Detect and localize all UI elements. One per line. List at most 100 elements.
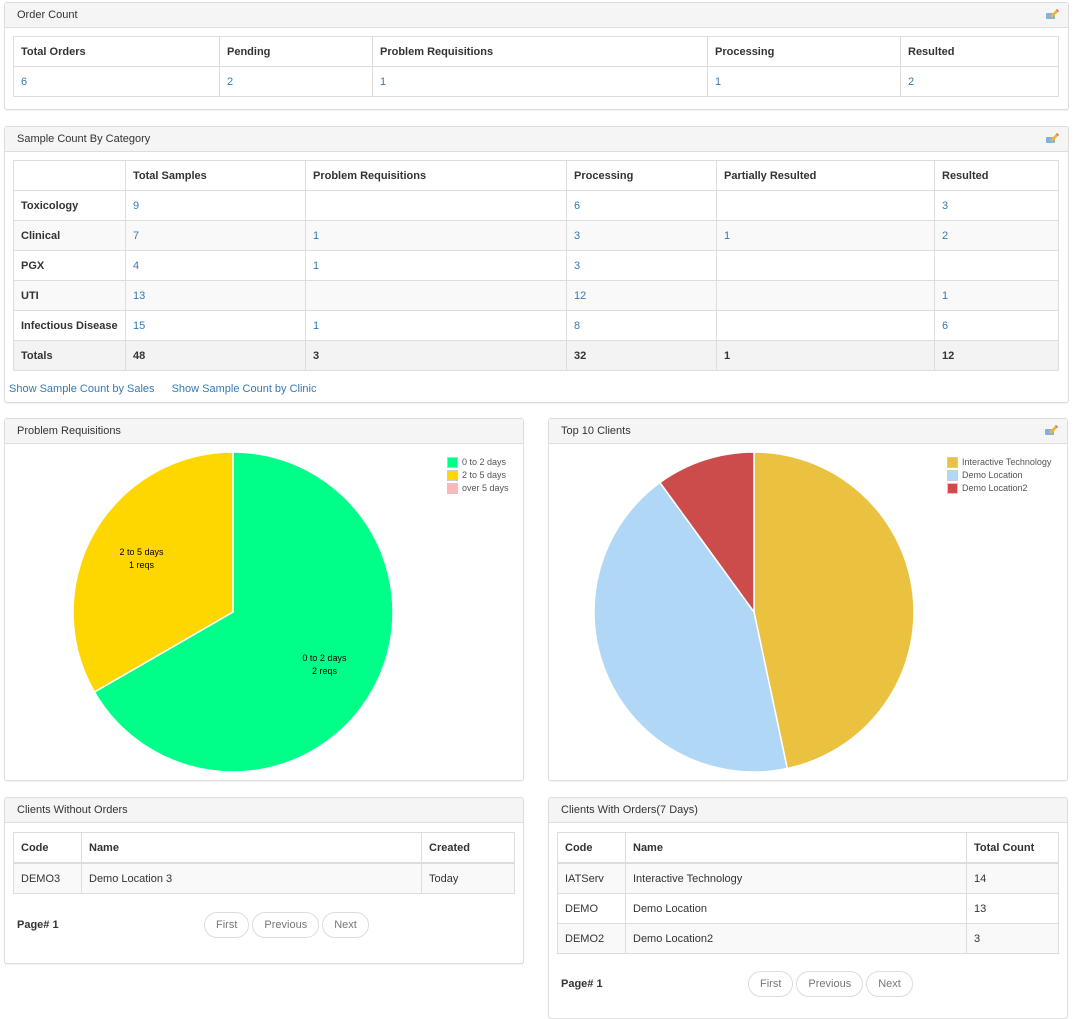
panel-heading: Clients With Orders(7 Days) [549,798,1067,823]
sample-count-cell[interactable]: 12 [566,280,717,311]
sample-count-panel: Sample Count By Category Total Samples P… [4,126,1069,403]
legend-label: Demo Location2 [962,483,1028,493]
resulted-link[interactable]: 2 [900,66,1059,97]
pencil-edit-icon[interactable] [1045,8,1059,20]
sample-count-cell [934,250,1059,281]
column-header: Processing [566,160,717,191]
panel-title: Top 10 Clients [561,425,631,437]
client-code: IATServ [557,862,626,894]
page-number: Page# 1 [561,978,603,990]
column-header: Partially Resulted [716,160,935,191]
table-row: Clinical 7 1 3 1 2 [13,220,1059,251]
total-value: 1 [716,340,935,371]
legend-item: Demo Location [947,469,1051,482]
show-sample-count-by-sales-link[interactable]: Show Sample Count by Sales [9,383,155,395]
column-header: Total Count [966,832,1059,864]
next-page-button[interactable]: Next [866,971,913,997]
legend-swatch [447,470,458,481]
category-label: Toxicology [13,190,126,221]
sample-count-cell[interactable]: 1 [305,310,567,341]
sample-count-cell[interactable]: 3 [934,190,1059,221]
slice-label: 1 reqs [129,560,155,570]
first-page-button[interactable]: First [748,971,794,997]
next-page-button[interactable]: Next [322,912,369,938]
legend-swatch [947,457,958,468]
clients-with-orders-table: Code Name Total Count IATServ Interactiv… [557,832,1059,954]
previous-page-button[interactable]: Previous [796,971,864,997]
panel-title: Sample Count By Category [17,133,151,145]
pie-slice-interactive-technology[interactable] [753,451,915,770]
panel-title: Clients With Orders(7 Days) [561,804,698,816]
client-total-count: 14 [966,862,1059,894]
sample-count-cell[interactable]: 2 [934,220,1059,251]
client-code: DEMO3 [13,862,82,894]
column-header: Code [13,832,82,864]
sample-count-cell[interactable]: 3 [566,220,717,251]
legend-label: 2 to 5 days [462,470,507,480]
sample-count-cell[interactable]: 1 [305,250,567,281]
sample-count-cell [716,190,935,221]
clients-without-orders-panel: Clients Without Orders Code Name Created… [4,797,524,964]
sample-count-cell[interactable]: 3 [566,250,717,281]
table-row[interactable]: DEMO3 Demo Location 3 Today [13,862,515,894]
pencil-edit-icon[interactable] [1044,424,1058,436]
legend-label: Demo Location [962,470,1023,480]
column-header [13,160,126,191]
legend-label: 0 to 2 days [462,457,507,467]
sample-count-cell[interactable]: 13 [125,280,306,311]
category-label: PGX [13,250,126,281]
table-header-row: Total Samples Problem Requisitions Proce… [13,160,1059,191]
sample-count-cell[interactable]: 9 [125,190,306,221]
table-row[interactable]: DEMO Demo Location 13 [557,893,1059,924]
client-created: Today [421,862,515,894]
sample-count-cell [305,280,567,311]
sample-count-table: Total Samples Problem Requisitions Proce… [13,160,1059,371]
sample-count-cell[interactable]: 1 [934,280,1059,311]
column-header: Total Orders [13,36,220,67]
problem-requisitions-link[interactable]: 1 [372,66,708,97]
client-code: DEMO2 [557,923,626,954]
client-name: Demo Location 3 [81,862,422,894]
chart-legend: Interactive Technology Demo Location Demo … [947,456,1051,495]
sample-count-cell [716,250,935,281]
show-sample-count-by-clinic-link[interactable]: Show Sample Count by Clinic [172,383,317,395]
pencil-edit-icon[interactable] [1045,132,1059,144]
table-row[interactable]: IATServ Interactive Technology 14 [557,862,1059,894]
table-row[interactable]: DEMO2 Demo Location2 3 [557,923,1059,954]
sample-count-cell [716,280,935,311]
clients-with-orders-panel: Clients With Orders(7 Days) Code Name To… [548,797,1068,1019]
problem-requisitions-panel: Problem Requisitions 0 to 2 days 2 reqs 2 … [4,418,524,781]
column-header: Resulted [934,160,1059,191]
column-header: Total Samples [125,160,306,191]
sample-count-cell[interactable]: 1 [716,220,935,251]
sample-count-cell[interactable]: 1 [305,220,567,251]
total-value: 48 [125,340,306,371]
problem-requisitions-pie-chart: 0 to 2 days 2 reqs 2 to 5 days 1 reqs [72,451,394,773]
sample-count-cell[interactable]: 6 [934,310,1059,341]
table-row: 6 2 1 1 2 [13,66,1059,97]
legend-swatch [947,483,958,494]
total-value: 3 [305,340,567,371]
pending-link[interactable]: 2 [219,66,373,97]
sample-count-cell[interactable]: 15 [125,310,306,341]
table-row: Toxicology 9 6 3 [13,190,1059,221]
panel-heading: Problem Requisitions [5,419,523,444]
first-page-button[interactable]: First [204,912,250,938]
sample-count-cell[interactable]: 4 [125,250,306,281]
previous-page-button[interactable]: Previous [252,912,320,938]
clients-without-orders-table: Code Name Created DEMO3 Demo Location 3 … [13,832,515,894]
client-name: Demo Location2 [625,923,967,954]
table-row: Infectious Disease 15 1 8 6 [13,310,1059,341]
panel-heading: Clients Without Orders [5,798,523,823]
category-label: Clinical [13,220,126,251]
sample-count-cell[interactable]: 8 [566,310,717,341]
column-header: Code [557,832,626,864]
sample-count-cell[interactable]: 7 [125,220,306,251]
slice-label: 0 to 2 days [302,653,347,663]
client-code: DEMO [557,893,626,924]
client-name: Demo Location [625,893,967,924]
total-orders-link[interactable]: 6 [13,66,220,97]
sample-count-cell[interactable]: 6 [566,190,717,221]
processing-link[interactable]: 1 [707,66,901,97]
legend-label: Interactive Technology [962,457,1052,467]
